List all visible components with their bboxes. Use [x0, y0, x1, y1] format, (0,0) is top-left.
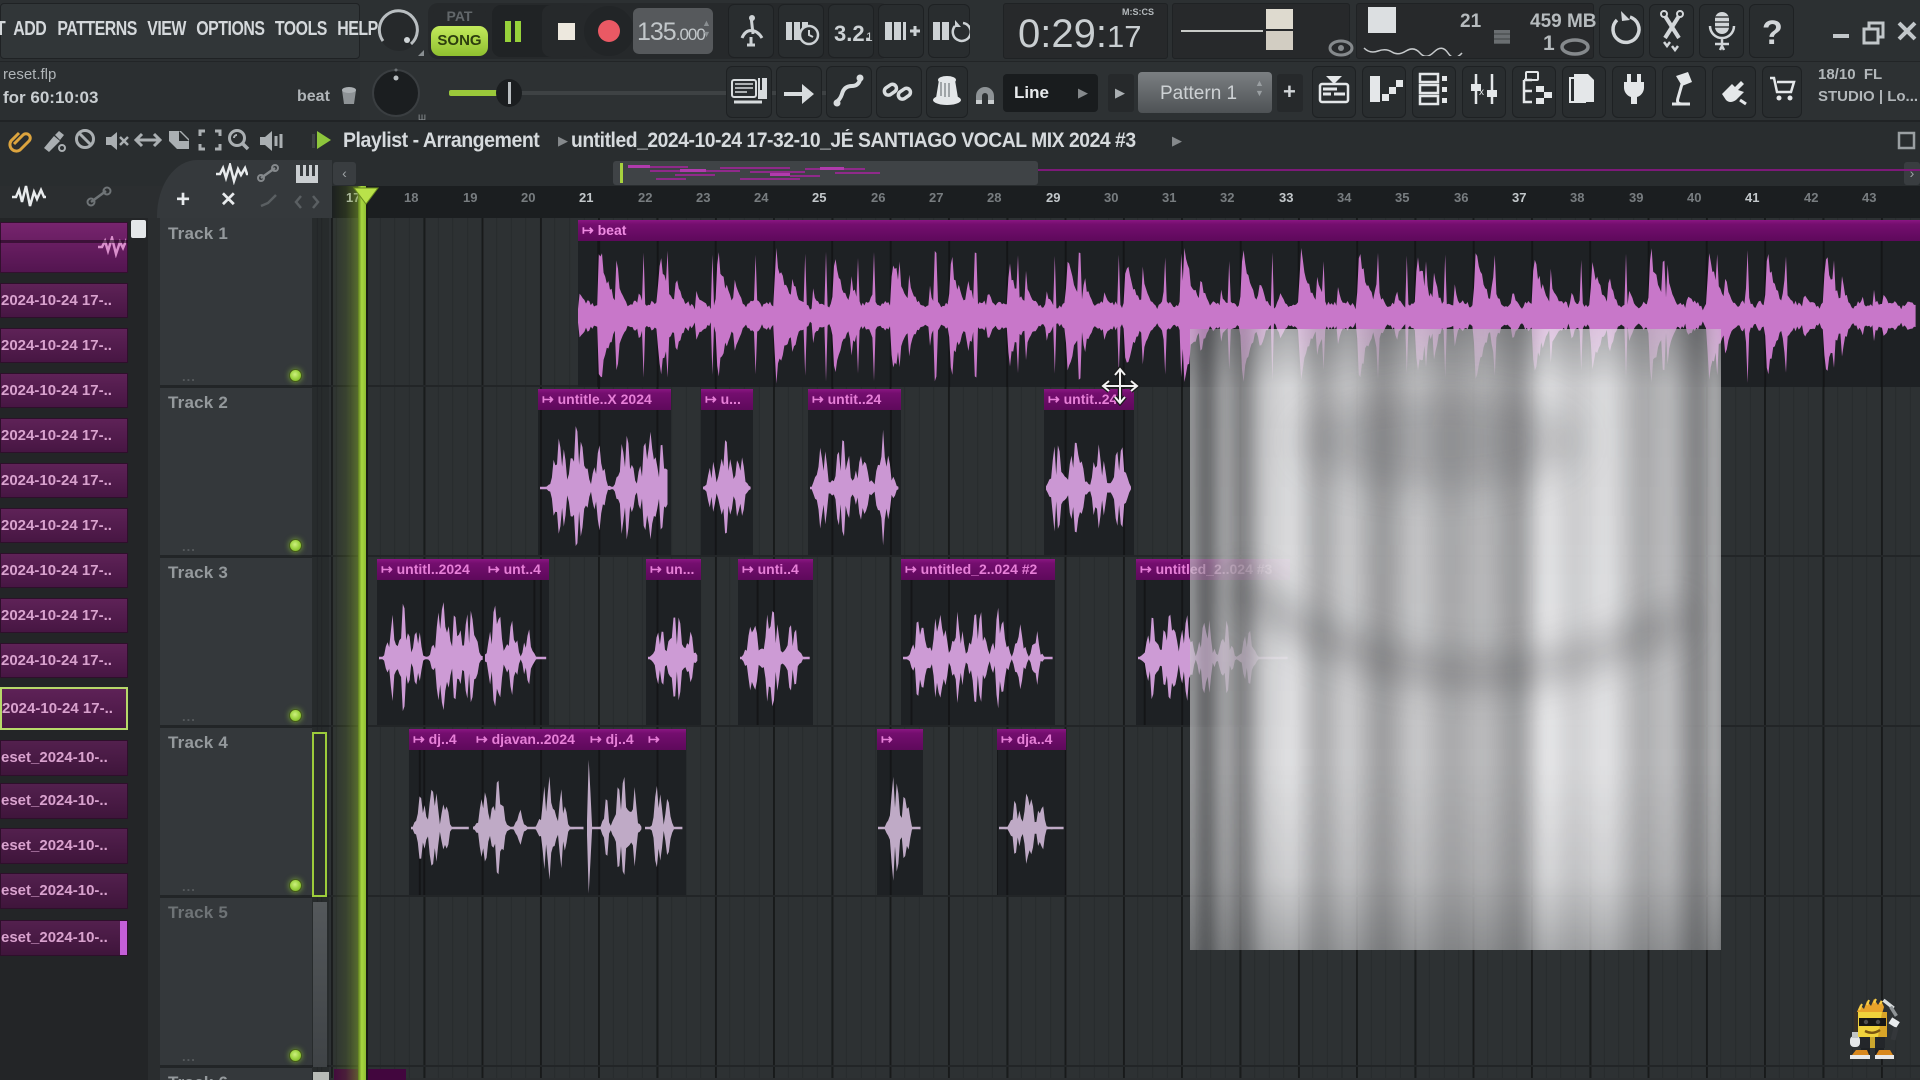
svg-text:?: ?: [1762, 14, 1783, 52]
svg-text:ш: ш: [418, 112, 426, 122]
svg-text:1: 1: [866, 30, 873, 44]
svg-text:x: x: [1479, 87, 1484, 98]
